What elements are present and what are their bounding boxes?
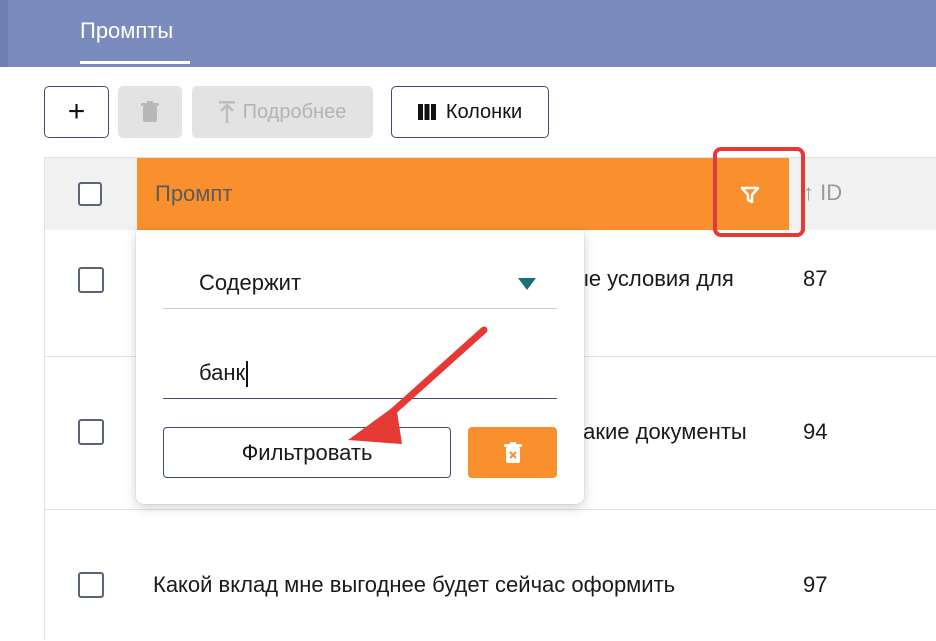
row-prompt-text: Какой вклад мне выгоднее будет сейчас оф…	[153, 572, 676, 597]
tab-prompts[interactable]: Промпты	[80, 18, 173, 44]
filter-operator-value: Содержит	[199, 270, 302, 295]
filter-value-input[interactable]: банк	[163, 348, 557, 399]
filter-value-content: банк	[199, 360, 246, 385]
columns-label: Колонки	[445, 100, 523, 123]
columns-button[interactable]: Колонки	[391, 86, 549, 138]
trash-x-icon	[503, 441, 522, 463]
tab-active-indicator	[80, 61, 190, 64]
columns-icon	[417, 104, 436, 120]
row-checkbox[interactable]	[78, 419, 104, 445]
text-cursor	[246, 361, 249, 388]
table-row[interactable]: Какой вклад мне выгоднее будет сейчас оф…	[45, 510, 936, 641]
details-button[interactable]: Подробнее	[192, 86, 373, 138]
filter-operator-select[interactable]: Содержит	[163, 258, 557, 309]
details-label: Подробнее	[242, 100, 347, 123]
select-all-checkbox[interactable]	[78, 182, 102, 206]
clear-filter-button[interactable]	[468, 427, 557, 478]
row-id: 97	[803, 572, 828, 597]
column-header-id-label: ID	[820, 180, 843, 205]
row-prompt-text: какие документы	[573, 419, 747, 444]
filter-value-text: банк	[199, 360, 249, 388]
left-edge	[0, 0, 8, 67]
row-checkbox[interactable]	[78, 267, 104, 293]
delete-button[interactable]	[118, 86, 182, 138]
add-button[interactable]: +	[44, 86, 109, 138]
column-header-id[interactable]: ↑ ID	[803, 180, 842, 206]
filter-popup: Содержит банк Фильтровать	[136, 230, 584, 504]
row-id: 94	[803, 419, 828, 444]
chevron-down-icon	[518, 278, 536, 290]
filter-icon-highlight	[713, 147, 805, 237]
trash-icon	[141, 101, 159, 122]
upload-icon	[218, 101, 235, 123]
top-app-bar: Промпты	[0, 0, 936, 67]
row-prompt-text: ые условия для	[573, 266, 734, 291]
column-header-prompt[interactable]: Промпт	[137, 158, 789, 230]
column-header-prompt-label: Промпт	[155, 181, 233, 206]
apply-filter-button[interactable]: Фильтровать	[163, 427, 451, 478]
row-id: 87	[803, 266, 828, 291]
row-checkbox[interactable]	[78, 572, 104, 598]
